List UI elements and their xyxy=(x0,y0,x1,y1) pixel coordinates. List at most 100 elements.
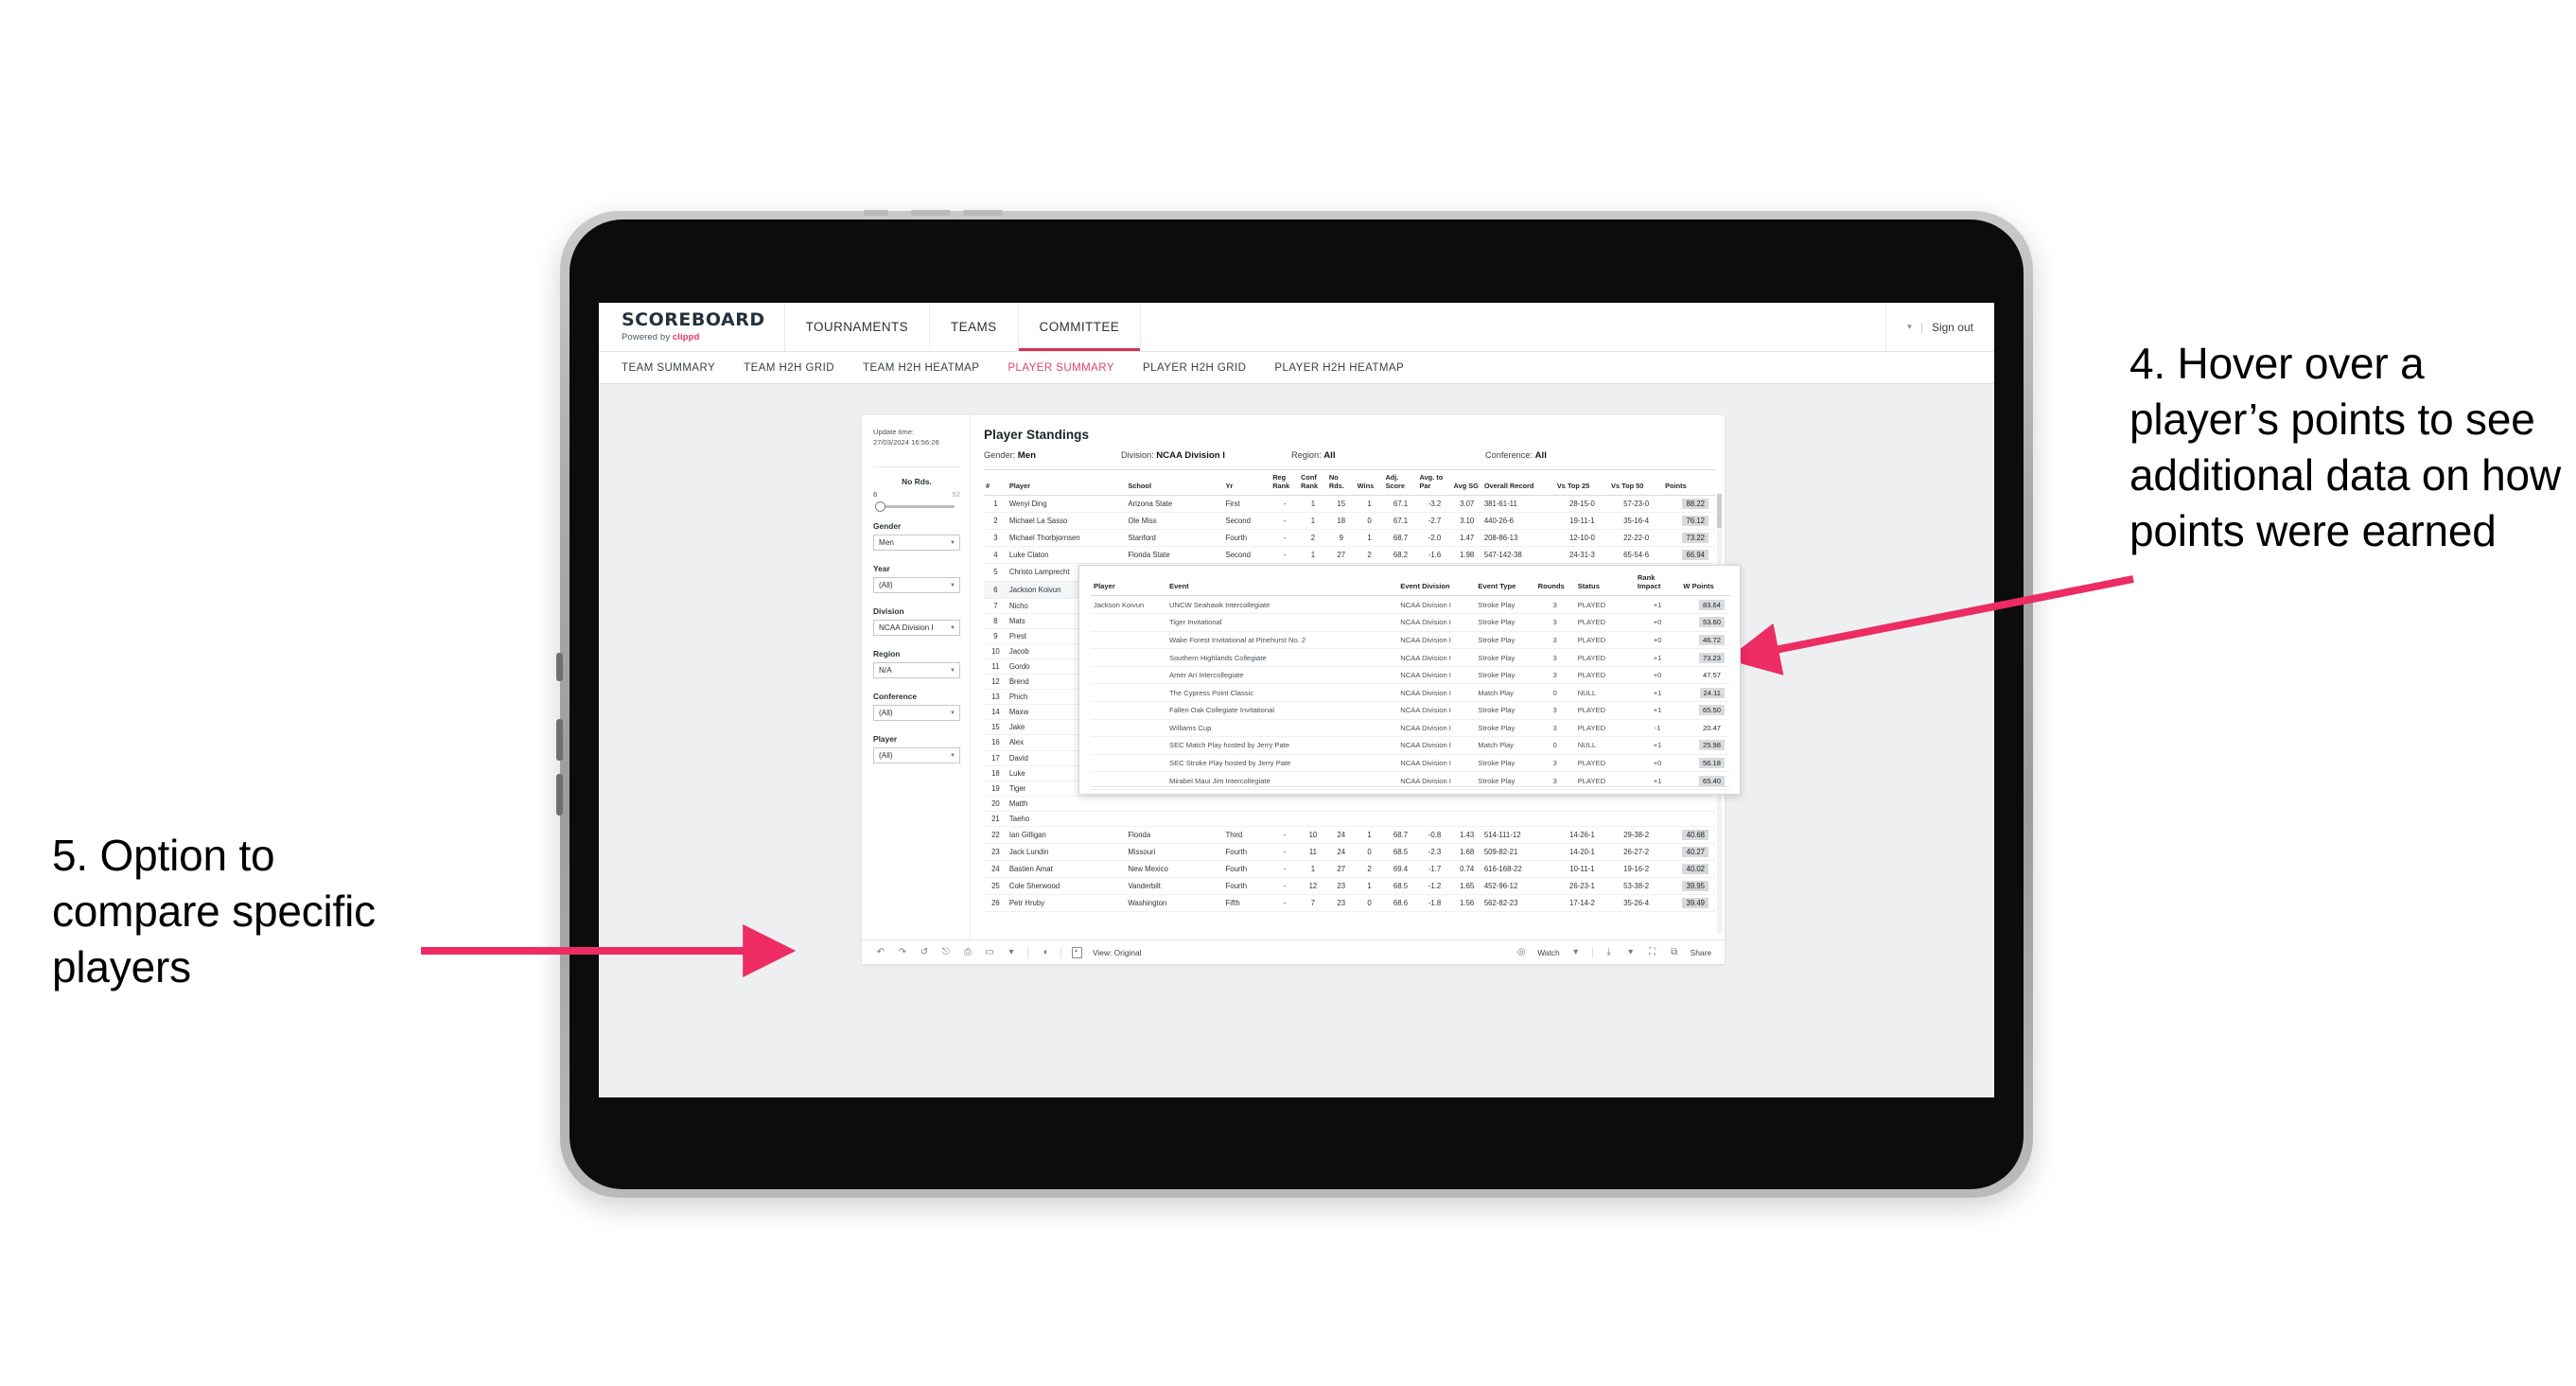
standings-cell-conf: 10 xyxy=(1299,826,1327,845)
tooltip-cell-event: Williams Cup xyxy=(1166,719,1398,738)
standings-col-vs-top-25[interactable]: Vs Top 25 xyxy=(1554,469,1610,497)
standings-col-school[interactable]: School xyxy=(1126,469,1224,497)
points-badge[interactable]: 39.95 xyxy=(1682,881,1709,892)
brand-logo[interactable]: SCOREBOARD Powered by clippd xyxy=(599,303,785,351)
standings-cell-pts[interactable]: 76.12 xyxy=(1663,512,1715,531)
table-row[interactable]: 25 Cole Sherwood Vanderbilt Fourth -12 23 1 68.… xyxy=(984,877,1715,896)
slider-handle[interactable] xyxy=(875,501,885,512)
table-row[interactable]: 21 Taeho xyxy=(984,811,1715,828)
table-row[interactable]: 24 Bastien Amat New Mexico Fourth -1 27 2 69.4-… xyxy=(984,860,1715,879)
year-select[interactable]: (All) ▼ xyxy=(873,577,960,593)
points-badge[interactable]: 73.22 xyxy=(1682,533,1709,544)
view-original-button[interactable]: View: Original xyxy=(1093,948,1142,957)
standings-col-wins[interactable]: Wins xyxy=(1355,469,1384,497)
share-icon[interactable]: ⧉ xyxy=(1669,947,1680,958)
standings-col-no-rds[interactable]: No Rds. xyxy=(1326,469,1356,497)
table-row[interactable]: 22 Ian Gilligan Florida Third -10 24 1 68.7 -0.8… xyxy=(984,826,1715,845)
division-select[interactable]: NCAA Division I ▼ xyxy=(873,620,960,636)
pause-auto-updates-icon[interactable]: ⎋ xyxy=(940,947,952,958)
nav-item-teams[interactable]: TEAMS xyxy=(930,303,1019,351)
standings-col-reg-rank[interactable]: Reg Rank xyxy=(1270,469,1300,497)
standings-col-avg-sg[interactable]: Avg SG xyxy=(1451,469,1482,497)
fullscreen-icon[interactable]: ⛶ xyxy=(1647,947,1658,958)
table-row[interactable]: 2 Michael La Sasso Ole Miss Second -1 18 0 67.1… xyxy=(984,512,1715,531)
points-badge[interactable]: 39.49 xyxy=(1682,898,1709,909)
standings-cell-t50: 19-16-2 xyxy=(1609,860,1664,879)
share-button[interactable]: Share xyxy=(1691,948,1711,957)
points-badge[interactable]: 40.68 xyxy=(1682,830,1709,841)
no-rounds-slider[interactable] xyxy=(875,501,955,512)
tablet-button-volume-down[interactable] xyxy=(963,210,1003,216)
tooltip-cell-status: PLAYED xyxy=(1574,701,1635,720)
standings-cell-pts[interactable] xyxy=(1663,796,1715,812)
subnav-item-team-summary[interactable]: TEAM SUMMARY xyxy=(622,362,715,374)
points-badge[interactable]: 88.22 xyxy=(1682,499,1709,510)
standings-col-player[interactable]: Player xyxy=(1007,469,1127,497)
watch-icon[interactable]: ◎ xyxy=(1516,947,1527,958)
points-badge[interactable]: 66.94 xyxy=(1682,550,1709,561)
chevron-down-icon[interactable]: ▾ xyxy=(1006,947,1017,958)
standings-col-vs-top-50[interactable]: Vs Top 50 xyxy=(1609,469,1664,497)
filter-conference: Conference (All) ▼ xyxy=(873,692,960,721)
subnav-item-team-h2h-heatmap[interactable]: TEAM H2H HEATMAP xyxy=(863,362,979,374)
table-row[interactable]: 1 Wenyi Ding Arizona State First -1 15 1 67.1 -3… xyxy=(984,495,1715,514)
subnav-item-team-h2h-grid[interactable]: TEAM H2H GRID xyxy=(744,362,834,374)
watch-button[interactable]: Watch xyxy=(1537,948,1559,957)
standings-col-conf-rank[interactable]: Conf Rank xyxy=(1299,469,1327,497)
player-select[interactable]: (All) ▼ xyxy=(873,747,960,763)
tooltip-cell-status: PLAYED xyxy=(1574,595,1635,615)
standings-col-points[interactable]: Points xyxy=(1663,469,1715,497)
chevron-down-icon[interactable]: ▾ xyxy=(1907,322,1912,332)
points-badge[interactable]: 40.02 xyxy=(1682,864,1709,875)
view-icon[interactable] xyxy=(1072,946,1082,958)
chevron-down-icon[interactable]: ▾ xyxy=(1570,947,1582,958)
context-conference-value: All xyxy=(1534,450,1547,461)
nav-item-committee[interactable]: COMMITTEE xyxy=(1018,303,1142,351)
standings-cell-pts[interactable]: 39.95 xyxy=(1663,877,1715,896)
chevron-down-icon[interactable]: ▾ xyxy=(1625,947,1637,958)
standings-col-overall-record[interactable]: Overall Record xyxy=(1481,469,1555,497)
standings-cell-pts[interactable]: 73.22 xyxy=(1663,529,1715,548)
standings-cell-pts[interactable] xyxy=(1663,811,1715,828)
standings-cell-pts[interactable]: 40.02 xyxy=(1663,860,1715,879)
context-region-value: All xyxy=(1323,450,1336,461)
redo-icon[interactable]: ↷ xyxy=(897,947,908,958)
standings-col-adj-score[interactable]: Adj. Score xyxy=(1383,469,1418,497)
table-row[interactable]: 26 Petr Hruby Washington Fifth -7 23 0 68.6 -1.8… xyxy=(984,894,1715,913)
standings-col-yr[interactable]: Yr xyxy=(1223,469,1271,497)
standings-cell-pts[interactable]: 40.27 xyxy=(1663,843,1715,862)
revert-icon[interactable]: ↺ xyxy=(919,947,930,958)
standings-cell-pts[interactable]: 88.22 xyxy=(1663,495,1715,514)
table-row[interactable]: 3 Michael Thorbjornsen Stanford Fourth -2 9 1 6… xyxy=(984,529,1715,548)
points-badge[interactable]: 40.27 xyxy=(1682,847,1709,858)
subnav-item-player-h2h-heatmap[interactable]: PLAYER H2H HEATMAP xyxy=(1274,362,1404,374)
points-badge[interactable]: 76.12 xyxy=(1682,516,1709,527)
sign-out-button[interactable]: Sign out xyxy=(1932,321,1973,334)
tablet-button-volume-up[interactable] xyxy=(911,210,951,216)
tooltip-cell-player xyxy=(1091,736,1167,755)
tablet-button-power[interactable] xyxy=(864,210,888,216)
standings-cell-pts[interactable]: 66.94 xyxy=(1663,546,1715,565)
standings-cell-t25: 28-15-0 xyxy=(1554,495,1610,514)
subnav-item-player-h2h-grid[interactable]: PLAYER H2H GRID xyxy=(1143,362,1246,374)
nav-item-tournaments[interactable]: TOURNAMENTS xyxy=(785,303,931,351)
table-row[interactable]: 4 Luke Claton Florida State Second -1 27 2 68.2… xyxy=(984,546,1715,565)
standings-col-[interactable]: # xyxy=(984,469,1008,497)
standings-cell-pts[interactable]: 40.68 xyxy=(1663,826,1715,845)
tooltip-row: The Cypress Point Classic NCAA Division I… xyxy=(1091,683,1730,702)
region-select[interactable]: N/A ▼ xyxy=(873,662,960,678)
refresh-icon[interactable]: ◑ xyxy=(1039,947,1050,958)
undo-icon[interactable]: ↶ xyxy=(875,947,886,958)
conference-select[interactable]: (All) ▼ xyxy=(873,705,960,721)
standings-cell-pts[interactable]: 39.49 xyxy=(1663,894,1715,913)
resume-auto-updates-icon[interactable]: ⎙ xyxy=(962,947,973,958)
download-icon[interactable]: ⤓ xyxy=(1603,947,1615,958)
table-row[interactable]: 23 Jack Lundin Missouri Fourth -11 24 0 68.5 -2.… xyxy=(984,843,1715,862)
subnav-item-player-summary[interactable]: PLAYER SUMMARY xyxy=(1008,362,1114,374)
standings-col-avg-to-par[interactable]: Avg. to Par xyxy=(1417,469,1452,497)
highlight-icon[interactable]: ▭ xyxy=(984,947,995,958)
table-row[interactable]: 20 Matth xyxy=(984,796,1715,812)
gender-select[interactable]: Men ▼ xyxy=(873,535,960,551)
tooltip-cell-event: The Cypress Point Classic xyxy=(1166,683,1398,702)
standings-scrollbar-thumb[interactable] xyxy=(1717,494,1722,528)
